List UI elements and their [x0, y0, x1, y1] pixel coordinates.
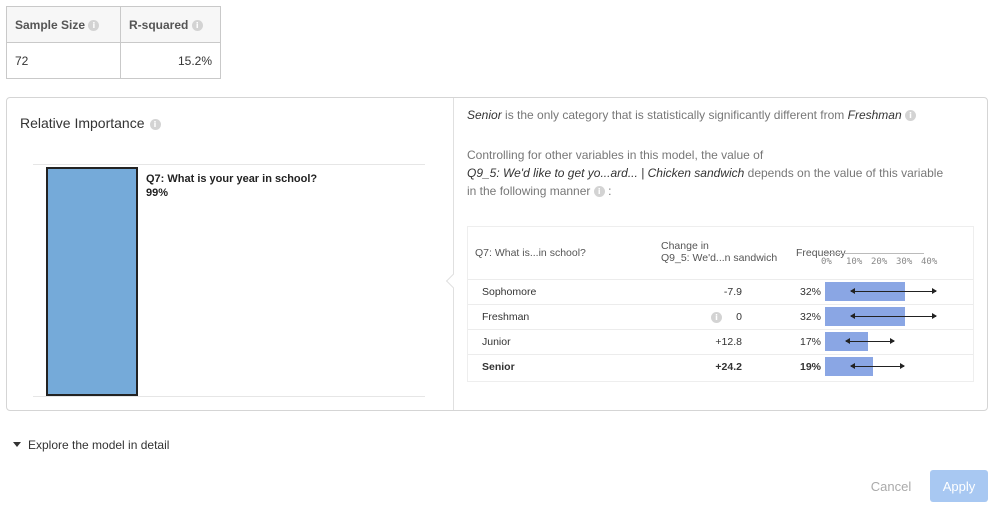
row-change: +24.2 — [715, 361, 742, 373]
model-stats-table: Sample Size i R-squared i 72 15.2% — [6, 6, 221, 79]
significant-category: Senior — [467, 108, 502, 122]
apply-button[interactable]: Apply — [930, 470, 988, 502]
axis-tick-label: 10% — [846, 257, 863, 267]
axis-tick-label: 20% — [871, 257, 888, 267]
column-header-category: Q7: What is...in school? — [475, 247, 586, 259]
outcome-variable: Q9_5: We'd like to get yo...ard... | Chi… — [467, 166, 745, 180]
confidence-interval — [850, 313, 938, 319]
row-category: Freshman — [482, 311, 530, 323]
row-change: -7.9 — [723, 286, 742, 298]
explore-model-label: Explore the model in detail — [28, 438, 170, 452]
confidence-interval — [850, 363, 905, 369]
importance-value-label: 99% — [146, 187, 169, 199]
r-squared-value: 15.2% — [120, 42, 221, 79]
explore-model-toggle[interactable]: Explore the model in detail — [13, 438, 169, 452]
detail-pane: Senior is the only category that is stat… — [467, 98, 977, 410]
axis-tick-label: 40% — [921, 257, 938, 267]
table-row: Freshman i 0 32% — [468, 304, 973, 329]
row-frequency: 32% — [800, 311, 822, 323]
caret-down-icon — [13, 442, 21, 448]
reference-category: Freshman — [847, 108, 902, 122]
table-row: Sophomore -7.9 32% — [468, 279, 973, 304]
confidence-interval — [850, 288, 938, 294]
sample-size-value: 72 — [6, 42, 121, 79]
r-squared-label: R-squared — [129, 17, 189, 32]
row-frequency: 19% — [800, 361, 822, 373]
chart-baseline — [33, 396, 425, 397]
sample-size-header: Sample Size i — [6, 6, 121, 43]
sample-size-label: Sample Size — [15, 17, 86, 32]
row-frequency: 32% — [800, 286, 822, 298]
row-category: Junior — [482, 336, 511, 348]
info-icon[interactable]: i — [905, 110, 916, 122]
controlling-statement: Controlling for other variables in this … — [467, 148, 944, 198]
importance-bar[interactable] — [46, 167, 138, 396]
frequency-axis: 0% 10% 20% 30% 40% — [821, 253, 944, 267]
importance-variable-label: Q7: What is your year in school? — [146, 173, 318, 185]
info-icon[interactable]: i — [191, 19, 203, 31]
cancel-button[interactable]: Cancel — [860, 470, 922, 502]
analysis-panel: Relative Importance i Q7: What is your ye… — [6, 97, 988, 411]
axis-tick-label: 0% — [821, 257, 832, 267]
axis-line — [824, 253, 924, 254]
relative-importance-title: Relative Importance i — [20, 115, 161, 131]
info-icon[interactable]: i — [149, 118, 161, 130]
row-change: 0 — [736, 311, 742, 323]
category-effects-table: Q7: What is...in school? Change in Q9_5:… — [467, 226, 974, 382]
relative-importance-pane: Relative Importance i Q7: What is your ye… — [7, 98, 453, 410]
row-frequency: 17% — [800, 336, 822, 348]
confidence-interval — [845, 338, 895, 344]
table-row: Junior +12.8 17% — [468, 329, 973, 354]
r-squared-header: R-squared i — [120, 6, 221, 43]
row-category: Sophomore — [482, 286, 537, 298]
chart-top-line — [33, 164, 425, 165]
pane-divider — [453, 98, 454, 410]
axis-tick-label: 30% — [896, 257, 913, 267]
row-change: +12.8 — [715, 336, 742, 348]
significance-statement: Senior is the only category that is stat… — [467, 108, 916, 122]
row-category: Senior — [482, 361, 515, 373]
importance-bar-label: Q7: What is your year in school? 99% — [146, 172, 317, 200]
column-header-change: Change in Q9_5: We'd...n sandwich — [661, 240, 778, 264]
info-icon[interactable]: i — [88, 19, 100, 31]
table-row: Senior +24.2 19% — [468, 354, 973, 379]
info-icon[interactable]: i — [593, 186, 605, 198]
